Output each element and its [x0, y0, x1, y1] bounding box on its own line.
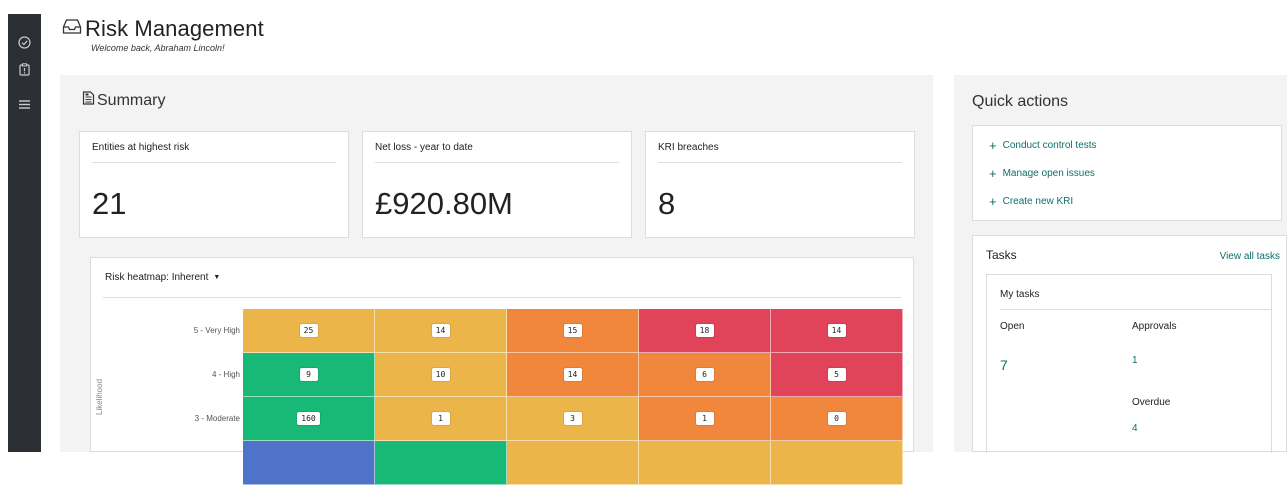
heatmap-cell-count: 1 [431, 412, 450, 425]
heatmap-cell[interactable]: 14 [771, 309, 903, 353]
risk-heatmap-card: Risk heatmap: Inherent ▼ Likelihood 5 - … [90, 257, 914, 485]
divider [375, 162, 619, 163]
summary-title: Summary [97, 91, 166, 109]
heatmap-cell[interactable]: 160 [243, 397, 375, 441]
kpi-label: KRI breaches [658, 142, 719, 153]
inbox-icon [62, 18, 85, 40]
approvals-count-link[interactable]: 1 [1132, 355, 1138, 366]
kpi-value: 8 [658, 186, 676, 221]
heatmap-cell[interactable]: 1 [375, 397, 507, 441]
my-tasks-label: My tasks [1000, 289, 1040, 300]
heatmap-cell-count: 6 [695, 368, 714, 381]
heatmap-cell[interactable]: 0 [771, 397, 903, 441]
heatmap-cell[interactable]: 10 [375, 353, 507, 397]
quick-action-label: Manage open issues [1002, 168, 1095, 179]
divider [103, 297, 901, 298]
plus-icon: + [989, 137, 997, 153]
heatmap-cell[interactable]: 18 [639, 309, 771, 353]
summary-heading: Summary [82, 91, 165, 110]
document-icon [82, 91, 97, 110]
heatmap-cell[interactable] [243, 441, 375, 485]
heatmap-cell[interactable]: 14 [507, 353, 639, 397]
divider [92, 162, 336, 163]
heatmap-cell[interactable] [375, 441, 507, 485]
heatmap-row-label: 3 - Moderate [194, 414, 240, 423]
kpi-card-kri-breaches[interactable]: KRI breaches 8 [645, 131, 915, 238]
y-axis-label: Likelihood [95, 378, 104, 415]
kpi-label: Entities at highest risk [92, 142, 190, 153]
list-icon[interactable] [8, 94, 41, 114]
right-panel: Quick actions + Conduct control tests + … [954, 75, 1287, 453]
overdue-label: Overdue [1132, 397, 1171, 408]
heatmap-cell-count: 18 [695, 324, 714, 337]
my-tasks-box: My tasks Open 7 Approvals 1 Overdue 4 [986, 274, 1272, 453]
welcome-message: Welcome back, Abraham Lincoln! [91, 43, 225, 53]
heatmap-cell-count: 14 [563, 368, 582, 381]
divider [1000, 309, 1271, 310]
divider [658, 162, 902, 163]
manage-open-issues-link[interactable]: + Manage open issues [989, 165, 1095, 181]
approvals-label: Approvals [1132, 321, 1177, 332]
kpi-label: Net loss - year to date [375, 142, 473, 153]
heatmap-cell[interactable]: 9 [243, 353, 375, 397]
heatmap-cell-count: 0 [827, 412, 846, 425]
heatmap-cell[interactable]: 1 [639, 397, 771, 441]
heatmap-cell-count: 5 [827, 368, 846, 381]
plus-icon: + [989, 165, 997, 181]
heatmap-cell-count: 14 [431, 324, 450, 337]
view-all-tasks-link[interactable]: View all tasks [1220, 251, 1280, 262]
heatmap-cell-count: 25 [299, 324, 318, 337]
page-title: Risk Management [85, 16, 264, 41]
heatmap-cell-count: 1 [695, 412, 714, 425]
tasks-title: Tasks [986, 248, 1017, 262]
check-circle-icon[interactable] [8, 32, 41, 52]
heatmap-row-label: 5 - Very High [193, 326, 240, 335]
open-count-link[interactable]: 7 [1000, 357, 1008, 373]
heatmap-cell[interactable]: 6 [639, 353, 771, 397]
heatmap-type-dropdown[interactable]: Risk heatmap: Inherent ▼ [105, 272, 220, 283]
heatmap-cell-count: 9 [299, 368, 318, 381]
quick-actions-card: + Conduct control tests + Manage open is… [972, 125, 1282, 221]
heatmap-cell[interactable] [639, 441, 771, 485]
create-new-kri-link[interactable]: + Create new KRI [989, 193, 1074, 209]
heatmap-cell[interactable]: 14 [375, 309, 507, 353]
heatmap-cell-count: 14 [827, 324, 846, 337]
heatmap-row-label: 4 - High [211, 370, 240, 379]
heatmap-cell-count: 3 [563, 412, 582, 425]
kpi-value: £920.80M [375, 186, 513, 221]
clipboard-alert-icon[interactable] [8, 59, 41, 79]
tasks-card: Tasks View all tasks My tasks Open 7 App… [972, 235, 1287, 453]
heatmap-cell[interactable]: 5 [771, 353, 903, 397]
heatmap-cell-count: 10 [431, 368, 450, 381]
heatmap-cell[interactable] [507, 441, 639, 485]
heatmap-cell-count: 15 [563, 324, 582, 337]
heatmap-cell[interactable]: 3 [507, 397, 639, 441]
heatmap-cell[interactable]: 15 [507, 309, 639, 353]
heatmap-title: Risk heatmap: Inherent [105, 272, 209, 283]
kpi-value: 21 [92, 186, 127, 221]
overdue-count-link[interactable]: 4 [1132, 423, 1138, 434]
quick-action-label: Create new KRI [1002, 196, 1074, 207]
heatmap-cell[interactable]: 25 [243, 309, 375, 353]
conduct-control-tests-link[interactable]: + Conduct control tests [989, 137, 1097, 153]
heatmap-cell[interactable] [771, 441, 903, 485]
kpi-card-entities-at-risk[interactable]: Entities at highest risk 21 [79, 131, 349, 238]
kpi-card-net-loss[interactable]: Net loss - year to date £920.80M [362, 131, 632, 238]
summary-panel: Summary Entities at highest risk 21 Net … [60, 75, 933, 485]
page-header: Risk Management Welcome back, Abraham Li… [62, 16, 264, 53]
open-label: Open [1000, 321, 1025, 332]
quick-actions-title: Quick actions [972, 93, 1069, 110]
caret-down-icon: ▼ [213, 274, 221, 281]
quick-action-label: Conduct control tests [1002, 140, 1097, 151]
sidebar [8, 14, 41, 452]
heatmap-cell-count: 160 [297, 412, 320, 425]
plus-icon: + [989, 193, 997, 209]
